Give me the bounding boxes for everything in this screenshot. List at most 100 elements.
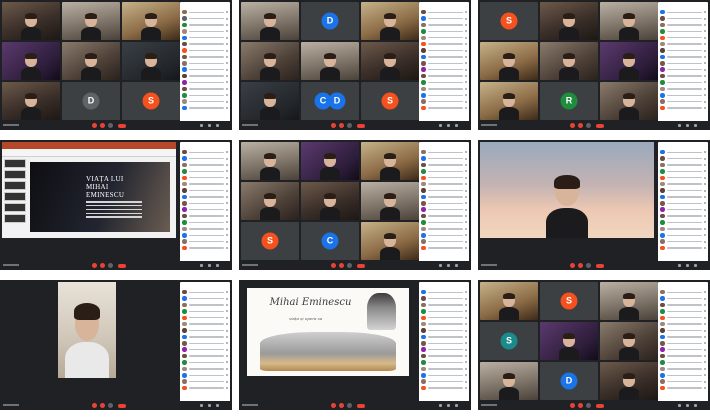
more-button[interactable]	[108, 263, 113, 268]
people-icon[interactable]	[439, 124, 442, 127]
mic-button[interactable]	[331, 123, 336, 128]
activities-icon[interactable]	[455, 264, 458, 267]
participant-tile[interactable]	[600, 322, 658, 360]
participant-tile[interactable]	[540, 42, 598, 80]
camera-button[interactable]	[339, 263, 344, 268]
speaker-video[interactable]	[480, 142, 654, 238]
participant-tile[interactable]	[114, 242, 134, 255]
participant-tile[interactable]	[480, 282, 538, 320]
participant-tile[interactable]	[600, 362, 658, 400]
end-call-button[interactable]	[118, 123, 126, 128]
more-button[interactable]	[586, 403, 591, 408]
participant-tile[interactable]: S	[480, 2, 538, 40]
participant-tile[interactable]	[301, 142, 359, 180]
participant-tile[interactable]	[361, 222, 419, 260]
end-call-button[interactable]	[357, 123, 365, 128]
end-call-button[interactable]	[357, 263, 365, 268]
mic-button[interactable]	[92, 403, 97, 408]
people-icon[interactable]	[439, 264, 442, 267]
more-button[interactable]	[586, 263, 591, 268]
participant-tile[interactable]	[158, 382, 178, 395]
participant-tile[interactable]	[548, 242, 568, 255]
camera-button[interactable]	[339, 403, 344, 408]
participant-tile[interactable]: S	[540, 282, 598, 320]
camera-button[interactable]	[578, 123, 583, 128]
speaker-video[interactable]	[58, 282, 116, 378]
participant-tile[interactable]	[158, 242, 178, 255]
participant-tile[interactable]: S	[361, 82, 419, 120]
activities-icon[interactable]	[694, 264, 697, 267]
activities-icon[interactable]	[216, 264, 219, 267]
participant-tile[interactable]	[482, 242, 502, 255]
activities-icon[interactable]	[216, 124, 219, 127]
participant-tile[interactable]	[92, 382, 112, 395]
mic-button[interactable]	[570, 263, 575, 268]
chat-icon[interactable]	[686, 404, 689, 407]
participant-tile[interactable]	[397, 382, 417, 395]
participant-tile[interactable]	[480, 42, 538, 80]
participant-tile[interactable]	[600, 2, 658, 40]
more-button[interactable]	[586, 123, 591, 128]
end-call-button[interactable]	[596, 403, 604, 408]
participant-tile[interactable]	[2, 2, 60, 40]
participant-tile[interactable]	[241, 182, 299, 220]
more-button[interactable]	[108, 123, 113, 128]
participant-tile[interactable]	[114, 382, 134, 395]
participant-tile[interactable]: D	[540, 362, 598, 400]
people-icon[interactable]	[678, 124, 681, 127]
participant-tile[interactable]	[62, 42, 120, 80]
participant-tile[interactable]	[353, 382, 373, 395]
mic-button[interactable]	[92, 123, 97, 128]
participant-tile[interactable]	[136, 242, 156, 255]
participant-tile[interactable]	[361, 142, 419, 180]
participant-tile[interactable]	[241, 42, 299, 80]
participant-tile[interactable]	[62, 2, 120, 40]
participant-tile[interactable]	[4, 242, 24, 255]
participant-tile[interactable]	[70, 382, 90, 395]
participant-tile[interactable]	[122, 2, 180, 40]
chat-icon[interactable]	[447, 264, 450, 267]
mic-button[interactable]	[92, 263, 97, 268]
end-call-button[interactable]	[118, 263, 126, 268]
participant-tile[interactable]	[136, 382, 156, 395]
participant-tile[interactable]	[70, 242, 90, 255]
camera-button[interactable]	[578, 403, 583, 408]
chat-icon[interactable]	[686, 124, 689, 127]
participant-tile[interactable]	[2, 82, 60, 120]
participant-tile[interactable]	[2, 42, 60, 80]
participant-tile[interactable]	[540, 322, 598, 360]
people-icon[interactable]	[678, 404, 681, 407]
participant-tile[interactable]	[361, 42, 419, 80]
mic-button[interactable]	[570, 403, 575, 408]
camera-button[interactable]	[578, 263, 583, 268]
end-call-button[interactable]	[118, 403, 126, 408]
camera-button[interactable]	[100, 263, 105, 268]
chat-icon[interactable]	[686, 264, 689, 267]
participant-tile[interactable]	[301, 42, 359, 80]
more-button[interactable]	[108, 403, 113, 408]
participant-tile[interactable]	[480, 82, 538, 120]
people-icon[interactable]	[678, 264, 681, 267]
activities-icon[interactable]	[694, 124, 697, 127]
participant-tile[interactable]: D	[301, 2, 359, 40]
participant-tile[interactable]: C	[301, 222, 359, 260]
mic-button[interactable]	[331, 403, 336, 408]
activities-icon[interactable]	[455, 404, 458, 407]
activities-icon[interactable]	[216, 404, 219, 407]
people-icon[interactable]	[439, 404, 442, 407]
more-button[interactable]	[347, 123, 352, 128]
end-call-button[interactable]	[596, 123, 604, 128]
people-icon[interactable]	[200, 124, 203, 127]
participant-tile[interactable]	[361, 182, 419, 220]
participant-tile[interactable]	[375, 382, 395, 395]
participant-tile[interactable]	[361, 2, 419, 40]
participant-tile[interactable]	[4, 382, 24, 395]
participant-tile[interactable]	[636, 242, 656, 255]
chat-icon[interactable]	[208, 264, 211, 267]
participant-tile[interactable]	[287, 382, 307, 395]
participant-tile[interactable]	[309, 382, 329, 395]
camera-button[interactable]	[339, 123, 344, 128]
participant-tile[interactable]	[48, 242, 68, 255]
participant-tile[interactable]	[614, 242, 634, 255]
participant-tile[interactable]	[570, 242, 590, 255]
